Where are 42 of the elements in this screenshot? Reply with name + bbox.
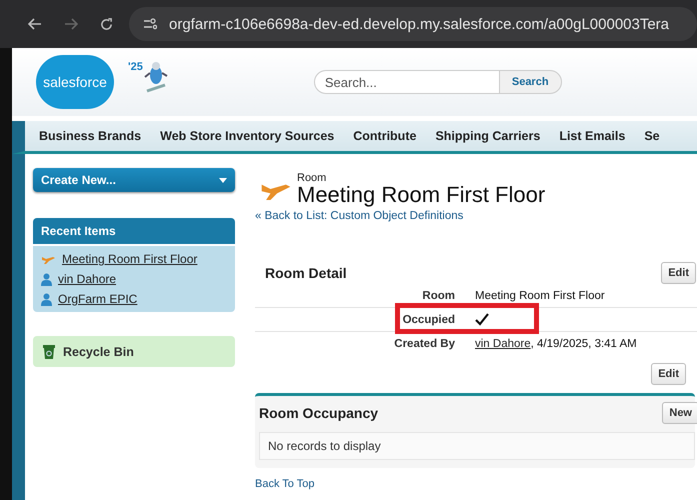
plane-icon [41,254,56,264]
site-settings-icon[interactable] [143,18,157,30]
recent-items-header: Recent Items [33,218,235,244]
section-title: Room Detail [265,265,347,281]
tab[interactable]: Shipping Carriers [435,129,540,143]
search-field[interactable]: Search... [314,70,499,94]
field-label: Created By [393,338,456,350]
edit-button[interactable]: Edit [651,363,686,385]
recycle-bin-link[interactable]: Recycle Bin [63,344,134,358]
reload-icon[interactable] [100,18,113,30]
recent-item-link[interactable]: vin Dahore [58,272,116,286]
forward-icon[interactable] [64,18,78,30]
new-button[interactable]: New [662,402,697,424]
create-new-menu[interactable]: Create New... [33,168,235,192]
field-value: , 4/19/2025, 3:41 AM [530,338,637,350]
tab[interactable]: Se [644,129,660,143]
search-button[interactable]: Search [498,70,562,94]
empty-message: No records to display [259,432,695,460]
back-to-top-link[interactable]: Back To Top [255,478,315,490]
field-label: Room [421,290,456,302]
person-icon [41,292,52,306]
field-value: Meeting Room First Floor [475,290,605,302]
dropdown-icon [219,178,227,182]
recent-item-link[interactable]: OrgFarm EPIC [58,292,138,306]
release-label: '25 [128,61,143,73]
address-bar[interactable]: orgfarm-c106e6698a-dev-ed.develop.my.salesforce.com/a00gL000003Tera [129,7,697,41]
edit-button[interactable]: Edit [661,262,696,284]
person-icon [41,272,52,286]
related-list-title: Room Occupancy [259,405,378,421]
record-title: Meeting Room First Floor [297,184,546,206]
trash-icon[interactable] [43,344,55,359]
recent-item-link[interactable]: Meeting Room First Floor [62,252,198,266]
tab[interactable]: Web Store Inventory Sources [160,129,334,143]
tab[interactable]: List Emails [559,129,626,143]
back-to-list-link[interactable]: « Back to List: Custom Object Definitions [255,210,697,222]
object-type-label: Room [297,172,328,184]
back-icon[interactable] [28,18,42,30]
field-label: Occupied [402,314,456,326]
tab[interactable]: Business Brands [39,129,142,143]
mascot-icon [142,61,169,95]
user-link[interactable]: vin Dahore [475,338,531,350]
tab[interactable]: Contribute [353,129,416,143]
